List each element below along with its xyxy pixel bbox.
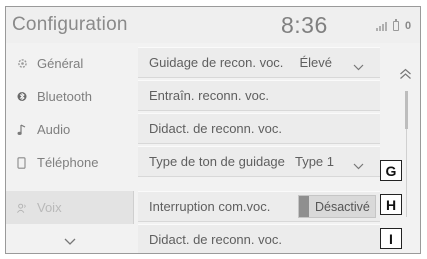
bluetooth-icon [6,91,28,102]
sidebar: Général Bluetooth Audio Téléphone Voix [6,43,134,253]
page-title: Configuration [12,14,128,35]
row-didact-reconn-voc[interactable]: Didact. de reconn. voc. [138,113,380,144]
voice-icon [6,202,28,214]
callout-h: H [380,194,402,215]
gear-icon [6,58,28,69]
status-area: 0 [376,19,412,32]
sidebar-item-label: Audio [37,122,71,137]
signal-icon [376,21,387,31]
sidebar-more-button[interactable] [6,227,134,253]
interruption-toggle[interactable]: Désactivé [298,195,376,218]
toggle-knob [299,196,309,217]
header: Configuration 8:36 0 [6,7,420,43]
screen-frame: Configuration 8:36 0 Général Bluetooth A… [5,6,421,254]
sidebar-item-label: Général [37,56,84,71]
sidebar-item-general[interactable]: Général [6,47,134,80]
sidebar-item-label: Bluetooth [37,89,92,104]
row-type-ton-guidage[interactable]: Type de ton de guidage Type 1 [138,146,380,177]
row-didact-reconn-voc-2[interactable]: Didact. de reconn. voc. [138,224,380,253]
clock: 8:36 [281,12,328,38]
chevron-down-icon [64,232,76,250]
double-chevron-up-icon[interactable] [399,67,412,85]
sidebar-item-telephone[interactable]: Téléphone [6,146,134,179]
scrollbar-thumb[interactable] [405,91,408,129]
row-value: Type 1 [294,154,334,169]
sidebar-item-audio[interactable]: Audio [6,113,134,146]
row-guidage-recon-voc[interactable]: Guidage de recon. voc. Élevé [138,47,380,78]
row-label: Didact. de reconn. voc. [149,232,282,247]
row-interruption-com-voc[interactable]: Interruption com.voc. Désactivé [138,191,380,222]
battery-icon [393,19,399,31]
sidebar-item-label: Téléphone [37,155,99,170]
chevron-down-icon[interactable] [353,157,364,175]
chevron-down-icon[interactable] [353,58,364,76]
row-label: Type de ton de guidage [149,154,285,169]
callout-g: G [380,160,402,181]
row-label: Entraîn. reconn. voc. [149,88,269,103]
settings-list: Guidage de recon. voc. Élevé Entraîn. re… [134,43,380,253]
row-label: Guidage de recon. voc. [149,55,284,70]
callout-i: I [380,228,402,249]
music-note-icon [6,123,28,136]
sidebar-item-bluetooth[interactable]: Bluetooth [6,80,134,113]
sidebar-item-voix[interactable]: Voix [6,191,134,224]
row-label: Didact. de reconn. voc. [149,121,282,136]
phone-icon [6,156,28,169]
sidebar-item-label: Voix [37,200,62,215]
toggle-label: Désactivé [315,199,370,214]
row-entrain-reconn-voc[interactable]: Entraîn. reconn. voc. [138,80,380,111]
row-value: Élevé [299,55,332,70]
row-label: Interruption com.voc. [149,199,271,214]
notification-count: 0 [405,20,412,32]
